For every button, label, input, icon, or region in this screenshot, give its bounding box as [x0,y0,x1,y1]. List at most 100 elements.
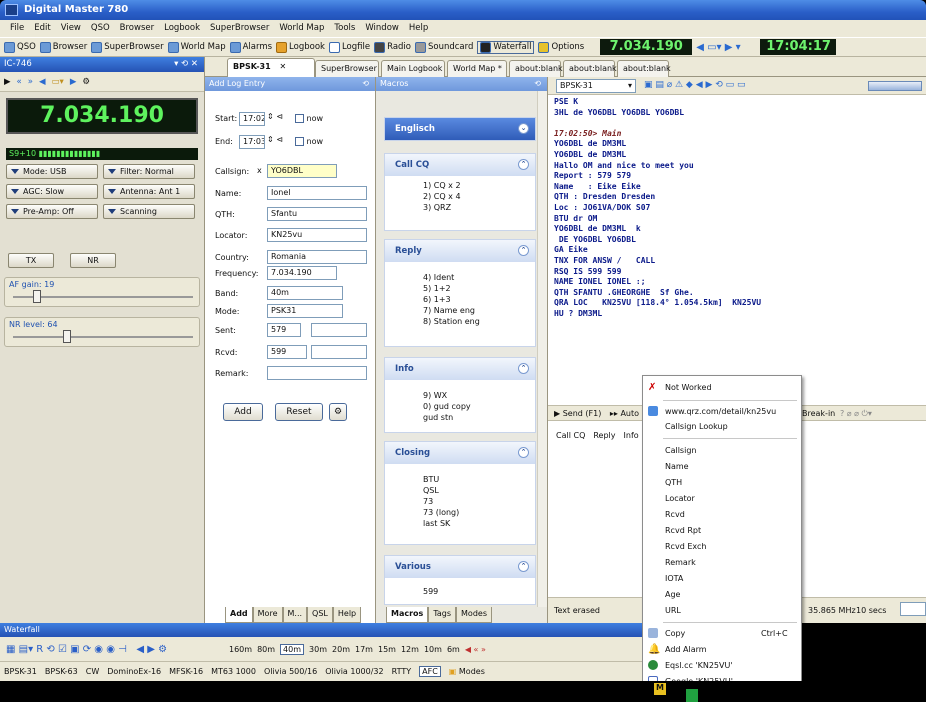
menu-file[interactable]: File [10,23,24,37]
nr-level-thumb[interactable] [63,330,71,343]
tab-about-blank-3[interactable]: about:blank [617,60,671,77]
refresh-icon[interactable]: ⟲ [534,79,541,88]
toolbar-superbrowser[interactable]: SuperBrowser [91,41,164,53]
macro-item[interactable]: last SK [423,518,535,529]
macro-item[interactable]: 6) 1+3 [423,294,535,305]
band-button-12m[interactable]: 12m [401,645,419,654]
mode-select[interactable]: PSK31 [267,304,343,318]
menu-qth[interactable]: QTH [665,478,682,487]
toolbar-radio[interactable]: Radio [374,41,411,53]
mode-olivia-500[interactable]: Olivia 500/16 [264,667,317,676]
terminal-tool-icons[interactable]: ▣ ▤ ⌀ ⚠ ◆ ◀ ▶ ⟲ ▭ ▭ [644,80,746,90]
send-button[interactable]: ▶ Send (F1) [554,409,601,418]
menu-age[interactable]: Age [665,590,680,599]
macros-tab-modes[interactable]: Modes [456,607,492,623]
macro-item[interactable]: 3) QRZ [423,202,535,213]
tab-about-blank-1[interactable]: about:blank [509,60,563,77]
back-icon[interactable]: ◀ [39,77,46,87]
rcvd-extra-field[interactable] [311,345,367,359]
settings-icon[interactable]: ⚙ [82,77,90,87]
tab-superbrowser[interactable]: SuperBrowser [315,60,379,77]
quick-tab-info[interactable]: Info [624,431,639,440]
log-tab-m[interactable]: M... [282,607,308,623]
menu-not-worked[interactable]: Not Worked [665,383,712,392]
menu-iota[interactable]: IOTA [665,574,683,583]
auto-button[interactable]: ▸▸ Auto [610,409,639,418]
menu-rcvd[interactable]: Rcvd [665,510,685,519]
band-nav-icons[interactable]: ◀ « » [465,645,486,654]
scanning-button[interactable]: Scanning [103,204,195,219]
end-time-field[interactable]: 17:03 [239,135,265,149]
menu-view[interactable]: View [61,23,81,37]
forward-icon[interactable]: » [28,77,33,87]
rewind-icon[interactable]: « [17,77,22,87]
menu-superbrowser[interactable]: SuperBrowser [210,23,269,37]
macro-various-header[interactable]: Various ⌃ [385,556,535,578]
macro-item[interactable]: 1) CQ x 2 [423,180,535,191]
macro-item[interactable]: 599 [423,586,535,597]
play-icon[interactable]: ▶ [4,77,11,87]
collapse-icon[interactable]: ⌃ [518,159,529,170]
toolbar-qso[interactable]: QSO [4,41,36,53]
macro-item[interactable]: 2) CQ x 4 [423,191,535,202]
macro-info-header[interactable]: Info ⌃ [385,358,535,380]
macro-item[interactable]: gud stn [423,412,535,423]
band-button-15m[interactable]: 15m [378,645,396,654]
clear-icon[interactable]: x [257,166,262,175]
log-tab-more[interactable]: More [252,607,283,623]
agc-button[interactable]: AGC: Slow [6,184,98,199]
band-button-20m[interactable]: 20m [332,645,350,654]
panel-controls-icon[interactable]: ▾ ⟲ ✕ [174,59,198,69]
waterfall-tool-icons[interactable]: ▦ ▤▾ R ⟲ ☑ ▣ ⟳ ◉ ◉ ⊣ ◀ ▶ ⚙ [6,644,224,655]
toolbar-browser[interactable]: Browser [39,41,87,53]
macro-item[interactable]: QSL [423,485,535,496]
macro-closing-header[interactable]: Closing ⌃ [385,442,535,464]
mode-dropdown[interactable]: BPSK-31 ▾ [556,79,636,93]
macros-tab-macros[interactable]: Macros [386,607,429,623]
collapse-icon[interactable]: ⌄ [518,123,529,134]
menu-rcvd-exch[interactable]: Rcvd Exch [665,542,706,551]
callsign-field[interactable]: YO6DBL [267,164,337,178]
menu-edit[interactable]: Edit [34,23,50,37]
menu-copy[interactable]: Copy [665,629,685,638]
af-gain-thumb[interactable] [33,290,41,303]
collapse-icon[interactable]: ⌃ [518,447,529,458]
macros-scrollbar[interactable] [537,91,547,607]
band-button-80m[interactable]: 80m [257,645,275,654]
collapse-icon[interactable]: ⌃ [518,245,529,256]
add-button[interactable]: Add [223,403,263,421]
macro-item[interactable]: 73 [423,496,535,507]
antenna-button[interactable]: Antenna: Ant 1 [103,184,195,199]
macro-callcq-header[interactable]: Call CQ ⌃ [385,154,535,176]
nr-button[interactable]: NR [70,253,116,268]
toolbar-worldmap[interactable]: World Map [167,41,226,53]
menu-eqsl[interactable]: Eqsl.cc 'KN25VU' [665,661,733,670]
menu-url[interactable]: URL [665,606,681,615]
macro-item[interactable]: 8) Station eng [423,316,535,327]
tab-world-map[interactable]: World Map * [447,60,507,77]
band-button-6m[interactable]: 6m [447,645,460,654]
menu-qso[interactable]: QSO [91,23,110,37]
name-field[interactable]: Ionel [267,186,367,200]
toolbar-alarms[interactable]: Alarms [229,41,272,53]
marker-green-icon[interactable] [686,689,698,702]
macro-item[interactable]: 0) gud copy [423,401,535,412]
menu-help[interactable]: Help [409,23,428,37]
mode-button[interactable]: Mode: USB [6,164,98,179]
end-now-checkbox[interactable]: now [295,137,323,146]
menu-qrz-link[interactable]: www.qrz.com/detail/kn25vu [665,407,776,416]
frequency-field[interactable]: 7.034.190 [267,266,337,280]
start-time-field[interactable]: 17:02 [239,112,265,126]
log-tab-add[interactable]: Add [225,607,253,623]
toolbar-soundcard[interactable]: Soundcard [414,41,473,53]
breakin-tool-icons[interactable]: ? ⌀ ⌀ ⏻▾ [840,409,872,419]
nr-level-slider[interactable]: NR level: 64 [4,317,200,347]
rcvd-field[interactable]: 599 [267,345,307,359]
mode-dominoex16[interactable]: DominoEx-16 [107,667,161,676]
menu-locator[interactable]: Locator [665,494,695,503]
qth-field[interactable]: Sfantu [267,207,367,221]
macro-item[interactable]: 5) 1+2 [423,283,535,294]
macro-item[interactable]: BTU [423,474,535,485]
folder-icon[interactable]: ▭▾ [52,77,64,87]
band-button-40m[interactable]: 40m [280,643,305,655]
